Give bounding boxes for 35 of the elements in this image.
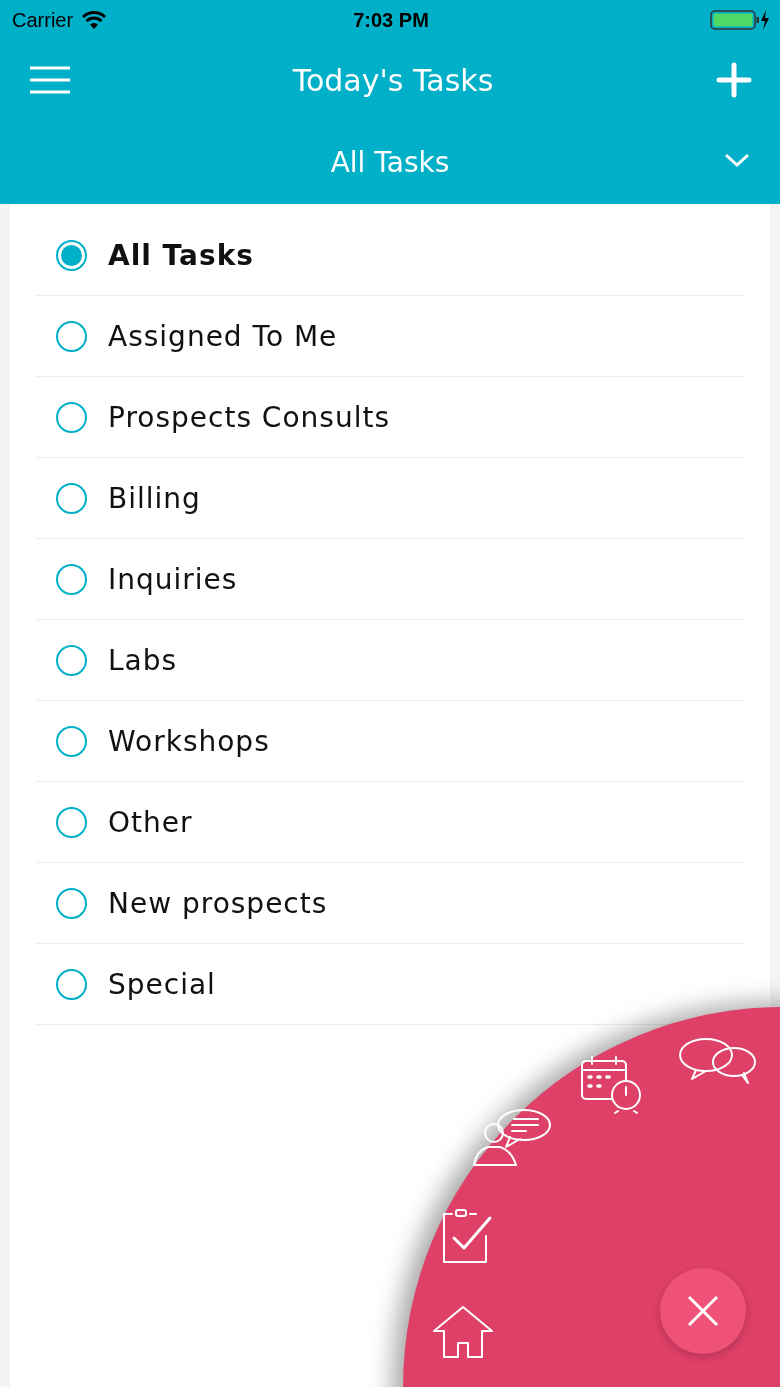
status-time: 7:03 PM [353, 8, 429, 32]
wifi-icon [81, 10, 108, 30]
option-label[interactable]: Billing [108, 481, 201, 515]
option-label[interactable]: New prospects [108, 886, 328, 920]
home-icon[interactable] [432, 1305, 494, 1359]
carrier-label: Carrier [12, 8, 74, 32]
option-label[interactable]: Assigned To Me [108, 319, 338, 353]
option-label[interactable]: Prospects Consults [108, 400, 390, 434]
radio-button[interactable] [56, 239, 87, 271]
add-icon[interactable] [716, 62, 752, 98]
page-title: Today's Tasks [292, 62, 494, 98]
option-label[interactable]: All Tasks [108, 238, 254, 272]
radio-button[interactable] [56, 401, 87, 433]
chat-bubbles-icon[interactable] [678, 1035, 758, 1087]
radio-button[interactable] [56, 482, 87, 514]
radio-button[interactable] [56, 968, 87, 1000]
radio-button[interactable] [56, 563, 87, 595]
radio-button[interactable] [56, 320, 87, 352]
radio-button[interactable] [56, 887, 87, 919]
radio-button[interactable] [56, 644, 87, 676]
close-button[interactable] [660, 1268, 746, 1354]
person-speech-icon[interactable] [472, 1107, 552, 1169]
option-label[interactable]: Inquiries [108, 562, 238, 596]
close-icon [686, 1294, 720, 1328]
option-label[interactable]: Special [108, 967, 216, 1001]
clipboard-check-icon[interactable] [440, 1208, 494, 1264]
option-label[interactable]: Labs [108, 643, 178, 677]
chevron-icon [724, 152, 750, 168]
battery-icon [710, 9, 770, 31]
option-label[interactable]: Other [108, 805, 193, 839]
option-label[interactable]: Workshops [108, 724, 270, 758]
calendar-alarm-icon[interactable] [580, 1055, 644, 1115]
menu-icon[interactable] [30, 65, 70, 95]
radio-button[interactable] [56, 806, 87, 838]
radio-button[interactable] [56, 725, 87, 757]
